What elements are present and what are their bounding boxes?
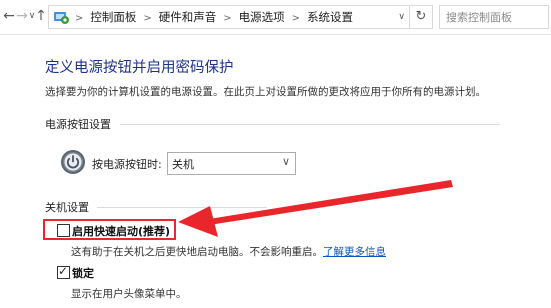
annotation-arrow-icon <box>178 180 453 237</box>
